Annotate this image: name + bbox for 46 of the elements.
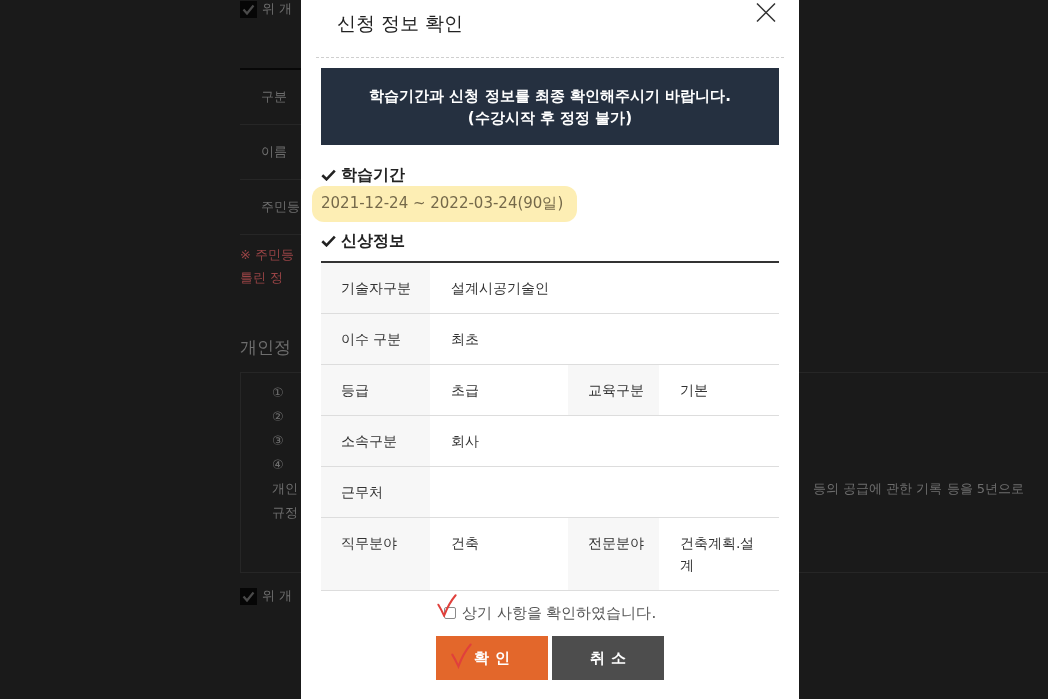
- checkbox-label: 위 개: [262, 587, 293, 605]
- table-cell: 건축계획.설계: [659, 517, 780, 591]
- text-line: ④: [272, 456, 285, 474]
- table-header-cell: 근무처: [321, 466, 430, 518]
- table-cell: 기본: [659, 364, 780, 416]
- table-cell: 설계시공기술인: [430, 262, 780, 314]
- table-cell: 최초: [430, 313, 780, 365]
- check-icon: [321, 235, 336, 247]
- study-period-text: 2021-12-24 ~ 2022-03-24(90일): [312, 186, 578, 222]
- tick-mark-icon: [434, 594, 459, 617]
- checkbox[interactable]: [240, 0, 257, 18]
- notice-text: ※ 주민등: [240, 246, 296, 264]
- table-header-cell: 등급: [321, 364, 430, 416]
- notice-text: 학습기간과 신청 정보를 최종 확인해주시기 바랍니다.: [369, 85, 731, 107]
- checkbox[interactable]: [240, 587, 257, 605]
- text-line: 규정: [272, 504, 299, 522]
- text-line: ①: [272, 384, 285, 402]
- table-header-cell: 전문분야: [568, 517, 659, 591]
- table-header-cell: 직무분야: [321, 517, 430, 591]
- row-label: 구분: [261, 88, 287, 106]
- checkbox-label: 상기 사항을 확인하였습니다.: [461, 603, 657, 624]
- table-header-cell: 기술자구분: [321, 262, 430, 314]
- cancel-button[interactable]: 취 소: [552, 636, 664, 680]
- table-cell: 회사: [430, 415, 780, 467]
- section-heading: 학습기간: [341, 164, 405, 186]
- close-icon: [756, 3, 776, 22]
- checkbox-label: 위 개: [262, 0, 293, 18]
- row-label: 이름: [261, 143, 287, 161]
- notice-text: (수강시작 후 정정 불가): [467, 107, 633, 129]
- table-header-cell: 소속구분: [321, 415, 430, 467]
- section-heading: 신상정보: [341, 230, 405, 252]
- table-cell: 초급: [430, 364, 568, 416]
- notice-text: 틀린 정: [240, 269, 285, 287]
- tick-mark-icon: [451, 642, 472, 669]
- table-header-cell: 교육구분: [568, 364, 659, 416]
- text-line: ③: [272, 432, 285, 450]
- text-line: 개인: [272, 480, 299, 498]
- text-line: ②: [272, 408, 285, 426]
- row-label: 주민등: [261, 198, 300, 216]
- dialog-title: 신청 정보 확인: [337, 12, 464, 34]
- section-title: 개인정: [240, 336, 292, 359]
- check-icon: [321, 169, 336, 181]
- table-header-cell: 이수 구분: [321, 313, 430, 365]
- table-cell: 건축: [430, 517, 568, 591]
- text-line: 등의 공급에 관한 기록 등을 5년으로: [813, 481, 1024, 496]
- close-button[interactable]: [756, 3, 776, 22]
